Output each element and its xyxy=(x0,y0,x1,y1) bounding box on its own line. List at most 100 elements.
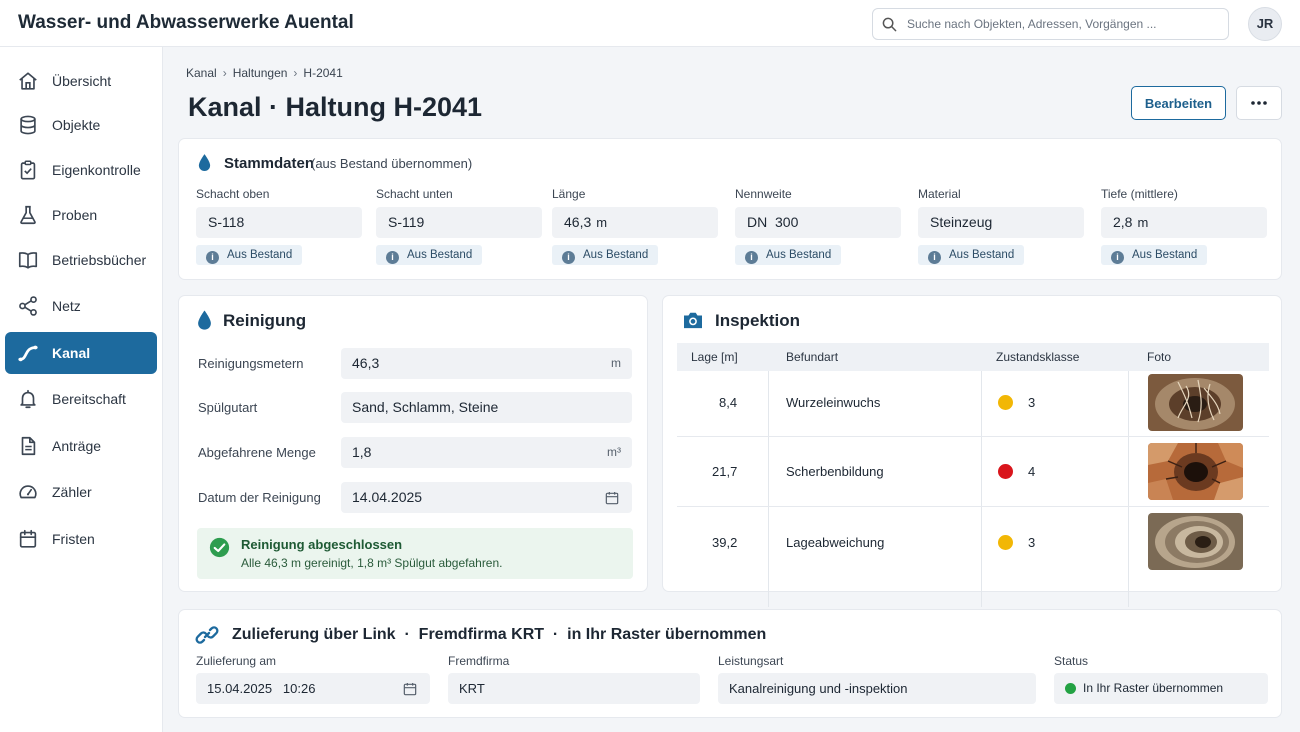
column-header[interactable]: Lage [m] xyxy=(691,350,738,364)
klasse-cell: 3 xyxy=(1028,395,1036,410)
reinigung-title: Reinigung xyxy=(223,311,307,330)
breadcrumb: Kanal › Haltungen › H-2041 xyxy=(186,66,343,80)
calendar-icon[interactable] xyxy=(402,681,418,697)
menge-input[interactable]: 1,8 m³ xyxy=(341,437,632,468)
field-label: Datum der Reinigung xyxy=(198,490,321,505)
sidebar-item-zaehler[interactable]: Zähler xyxy=(5,471,157,513)
table-row[interactable]: 8,4 Wurzeleinwuchs 3 xyxy=(677,371,1269,437)
datum-input[interactable]: 14.04.2025 xyxy=(341,482,632,513)
table-row[interactable]: 39,2 Lageabweichung 3 xyxy=(677,507,1269,581)
sidebar-item-bereitschaft[interactable]: Bereitschaft xyxy=(5,378,157,420)
spuelgutart-input[interactable]: Sand, Schlamm, Steine xyxy=(341,392,632,423)
source-badge: i Aus Bestand xyxy=(918,245,1025,265)
info-icon: i xyxy=(206,251,219,264)
sidebar-item-label: Fristen xyxy=(52,531,95,547)
sidebar-item-proben[interactable]: Proben xyxy=(5,194,157,236)
field-value[interactable]: Steinzeug xyxy=(918,207,1084,238)
leistungsart-input[interactable]: Kanalreinigung und -inspektion xyxy=(718,673,1036,704)
field-value[interactable]: S-119 xyxy=(376,207,542,238)
sidebar-item-kanal[interactable]: Kanal xyxy=(5,332,157,374)
field-label: Spülgutart xyxy=(198,400,258,415)
inspektion-title: Inspektion xyxy=(715,311,801,330)
field-value[interactable]: DN 300 xyxy=(735,207,901,238)
sidebar-item-fristen[interactable]: Fristen xyxy=(5,518,157,560)
sidebar-item-label: Proben xyxy=(52,207,98,223)
photo-thumbnail[interactable] xyxy=(1148,374,1243,431)
top-bar: Wasser- und Abwasserwerke Auental JR xyxy=(0,0,1300,47)
lage-cell: 8,4 xyxy=(719,395,738,410)
field-leistungsart: Leistungsart Kanalreinigung und -inspekt… xyxy=(718,654,1036,704)
sidebar-item-label: Netz xyxy=(52,298,81,314)
check-circle-icon xyxy=(209,537,230,558)
zulieferung-datetime-input[interactable]: 15.04.2025 10:26 xyxy=(196,673,430,704)
sidebar-item-uebersicht[interactable]: Übersicht xyxy=(5,60,157,102)
sidebar-item-label: Betriebsbücher xyxy=(52,252,147,268)
zulieferung-card: Zulieferung über Link · Fremdfirma KRT ·… xyxy=(178,609,1282,718)
befund-cell: Wurzeleinwuchs xyxy=(786,395,881,410)
field-label: Reinigungsmetern xyxy=(198,356,304,371)
pipe-icon xyxy=(18,345,38,362)
sidebar-item-label: Zähler xyxy=(52,484,92,500)
stammdaten-title: Stammdaten xyxy=(224,155,315,172)
share-nodes-icon xyxy=(19,296,37,316)
camera-icon xyxy=(684,312,702,329)
field-zulieferung-am: Zulieferung am 15.04.2025 10:26 xyxy=(196,654,430,704)
stammdaten-card: Stammdaten (aus Bestand übernommen) Scha… xyxy=(178,138,1282,280)
field-label: Fremdfirma xyxy=(448,654,510,668)
database-icon xyxy=(20,115,36,135)
field-value[interactable]: 2,8 m xyxy=(1101,207,1267,238)
column-header[interactable]: Foto xyxy=(1147,350,1171,364)
field-label: Tiefe (mittlere) xyxy=(1101,187,1178,201)
zulieferung-title: Zulieferung über Link · Fremdfirma KRT ·… xyxy=(232,626,767,643)
status-badge: In Ihr Raster übernommen xyxy=(1054,673,1268,704)
info-icon: i xyxy=(745,251,758,264)
table-row[interactable]: 21,7 Scherbenbildung 4 xyxy=(677,437,1269,507)
fremdfirma-input[interactable]: KRT xyxy=(448,673,700,704)
field-status: Status In Ihr Raster übernommen xyxy=(1054,654,1268,704)
reinigungsmeter-input[interactable]: 46,3 m xyxy=(341,348,632,379)
sidebar-item-label: Objekte xyxy=(52,117,101,133)
info-icon: i xyxy=(562,251,575,264)
field-value[interactable]: 46,3 m xyxy=(552,207,718,238)
photo-thumbnail[interactable] xyxy=(1148,513,1243,570)
more-options-button[interactable] xyxy=(1236,86,1282,120)
breadcrumb-item[interactable]: Kanal xyxy=(186,66,217,80)
calendar-icon[interactable] xyxy=(604,490,620,506)
field-material: Material Steinzeug i Aus Bestand xyxy=(918,187,1084,265)
sidebar-item-netz[interactable]: Netz xyxy=(5,285,157,327)
source-badge: i Aus Bestand xyxy=(735,245,842,265)
water-drop-icon xyxy=(198,310,211,330)
breadcrumb-item[interactable]: Haltungen xyxy=(233,66,288,80)
column-header[interactable]: Zustandsklasse xyxy=(996,350,1079,364)
field-laenge: Länge 46,3 m i Aus Bestand xyxy=(552,187,718,265)
info-icon: i xyxy=(928,251,941,264)
sidebar-item-antraege[interactable]: Anträge xyxy=(5,425,157,467)
photo-thumbnail[interactable] xyxy=(1148,443,1243,500)
avatar[interactable]: JR xyxy=(1248,7,1282,41)
field-label: Schacht oben xyxy=(196,187,270,201)
pipe-roots-photo xyxy=(1148,374,1243,431)
clipboard-check-icon xyxy=(20,160,36,180)
reinigung-row: Abgefahrene Menge 1,8 m³ xyxy=(198,437,633,469)
field-label: Abgefahrene Menge xyxy=(198,445,316,460)
source-badge: i Aus Bestand xyxy=(1101,245,1208,265)
sidebar-item-label: Eigenkontrolle xyxy=(52,162,141,178)
status-dot xyxy=(998,535,1013,550)
field-label: Nennweite xyxy=(735,187,792,201)
klasse-cell: 4 xyxy=(1028,464,1036,479)
stammdaten-subtitle: (aus Bestand übernommen) xyxy=(311,156,473,171)
sidebar-item-betriebsbuecher[interactable]: Betriebsbücher xyxy=(5,239,157,281)
sidebar-item-objekte[interactable]: Objekte xyxy=(5,104,157,146)
gauge-icon xyxy=(19,485,37,499)
book-icon xyxy=(18,252,38,269)
search-input[interactable] xyxy=(907,10,1223,38)
field-value[interactable]: S-118 xyxy=(196,207,362,238)
search-box[interactable] xyxy=(872,8,1229,40)
sidebar-item-eigenkontrolle[interactable]: Eigenkontrolle xyxy=(5,149,157,191)
field-schacht-oben: Schacht oben S-118 i Aus Bestand xyxy=(196,187,362,265)
link-icon xyxy=(195,626,219,644)
column-header[interactable]: Befundart xyxy=(786,350,838,364)
search-icon xyxy=(882,17,897,32)
calendar-icon xyxy=(19,529,37,548)
edit-button[interactable]: Bearbeiten xyxy=(1131,86,1226,120)
